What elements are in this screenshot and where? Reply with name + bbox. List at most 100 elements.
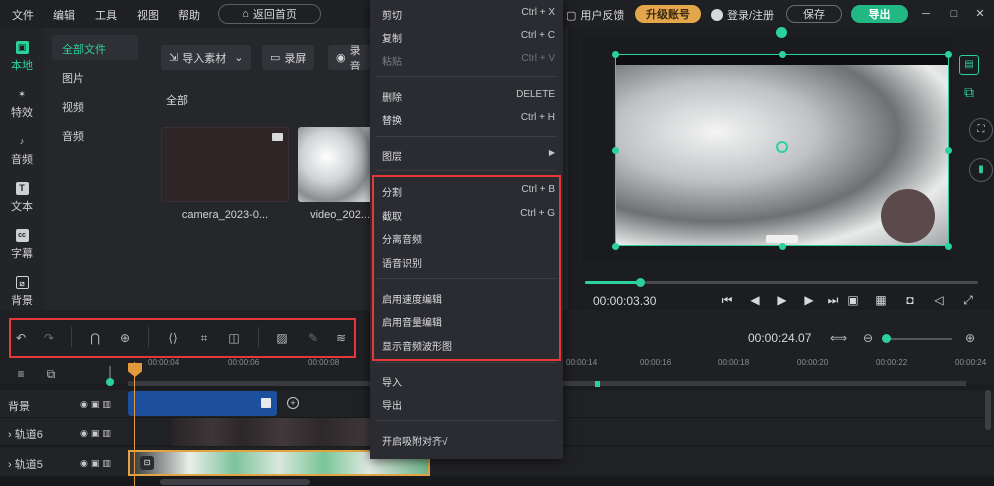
feedback-link[interactable]: ▢ 用户反馈 — [566, 7, 624, 23]
record-screen-button[interactable]: ▭ 录屏 — [262, 45, 315, 70]
skip-end-icon[interactable]: ⏭ — [826, 293, 840, 307]
ctx-cut[interactable]: 剪切 — [382, 7, 402, 22]
lock-icon[interactable]: ▮ — [969, 158, 993, 182]
media-thumb-camera[interactable] — [161, 127, 289, 202]
track-controls[interactable]: ◉▣▥ — [80, 399, 114, 410]
pip-icon[interactable]: ▣ — [846, 293, 860, 307]
ctx-replace[interactable]: 替换 — [382, 112, 402, 127]
ctx-export[interactable]: 导出 — [382, 397, 402, 412]
vertical-scroll-thumb[interactable] — [985, 390, 991, 430]
ctx-snap[interactable]: 开启吸附对齐√ — [382, 433, 448, 448]
zoom-in-icon[interactable]: ⊕ — [962, 330, 978, 346]
chat-icon: ▢ — [566, 9, 577, 22]
rail-item-effects[interactable]: ✶ 特效 — [0, 80, 44, 128]
track-controls[interactable]: ◉▣▥ — [80, 458, 114, 469]
category-video[interactable]: 视频 — [62, 99, 84, 115]
track-controls[interactable]: ◉▣▥ — [80, 428, 114, 439]
resize-handle[interactable] — [945, 147, 952, 154]
crop-icon[interactable]: ⧉ — [959, 82, 979, 102]
menu-edit[interactable]: 编辑 — [53, 7, 75, 23]
export-button[interactable]: 导出 — [851, 5, 908, 23]
watermark-badge — [766, 235, 798, 243]
close-icon[interactable]: ✕ — [974, 8, 986, 20]
resize-handle[interactable] — [612, 51, 619, 58]
upgrade-button[interactable]: 升级账号 — [635, 5, 701, 23]
resize-handle[interactable] — [945, 51, 952, 58]
grid-icon[interactable]: ▦ — [874, 293, 888, 307]
background-clip[interactable] — [128, 391, 277, 416]
snapshot-icon[interactable]: ◘ — [903, 293, 917, 307]
save-button[interactable]: 保存 — [786, 5, 842, 23]
preview-video[interactable] — [615, 54, 949, 246]
zoom-handle[interactable] — [882, 334, 891, 343]
menu-divider — [376, 420, 557, 421]
ctx-layer[interactable]: 图层 — [382, 148, 402, 163]
record-audio-button[interactable]: ◉ 录音 — [328, 45, 370, 70]
resize-handle[interactable] — [612, 147, 619, 154]
zoom-out-icon[interactable]: ⊖ — [860, 330, 876, 346]
user-icon — [711, 9, 723, 21]
next-frame-icon[interactable]: ▶ — [802, 293, 816, 307]
rail-item-local[interactable]: ▣ 本地 — [0, 33, 44, 81]
media-label-video: video_202... — [310, 209, 370, 221]
ctx-copy[interactable]: 复制 — [382, 30, 402, 45]
resize-handle[interactable] — [612, 243, 619, 250]
fullscreen-icon[interactable]: ⤢ — [961, 293, 975, 307]
minimize-icon[interactable]: ─ — [920, 8, 932, 20]
add-track-icon[interactable]: ⧉ — [43, 366, 59, 382]
menu-divider — [376, 76, 557, 77]
import-media-button[interactable]: ⇲ 导入素材 ⌄ — [161, 45, 252, 70]
maximize-icon[interactable]: □ — [948, 8, 960, 20]
camera-overlay[interactable] — [881, 189, 935, 243]
rail-item-audio[interactable]: ♪ 音频 — [0, 127, 44, 175]
feedback-label: 用户反馈 — [580, 10, 625, 22]
category-audio[interactable]: 音频 — [62, 128, 84, 144]
prev-frame-icon[interactable]: ◀ — [748, 293, 762, 307]
fit-timeline-icon[interactable]: ⟺ — [830, 330, 847, 346]
volume-icon[interactable]: ◁ — [932, 293, 946, 307]
ctx-paste[interactable]: 粘贴 — [382, 53, 402, 68]
add-clip-icon[interactable]: + — [287, 397, 299, 409]
track-label: 轨道5 — [14, 459, 43, 471]
track-settings-icon[interactable]: ≡ — [13, 366, 29, 382]
menu-divider — [376, 362, 557, 363]
login-label: 登录/注册 — [727, 10, 775, 22]
scrubber-handle[interactable] — [636, 278, 645, 287]
playhead[interactable] — [134, 362, 135, 486]
category-images[interactable]: 图片 — [62, 70, 84, 86]
camera-clip[interactable] — [172, 418, 372, 446]
menu-file[interactable]: 文件 — [12, 7, 34, 23]
resize-handle[interactable] — [779, 51, 786, 58]
record-audio-label: 录音 — [349, 45, 361, 70]
ctx-delete[interactable]: 删除 — [382, 89, 402, 104]
section-title: 全部 — [166, 95, 188, 107]
menu-view[interactable]: 视图 — [137, 7, 159, 23]
category-all-files[interactable]: 全部文件 — [62, 41, 106, 57]
play-icon[interactable]: ▶ — [775, 293, 789, 307]
skip-start-icon[interactable]: ⏮ — [720, 293, 734, 307]
back-home-label: 返回首页 — [252, 9, 297, 21]
menu-help[interactable]: 帮助 — [178, 7, 200, 23]
back-home-button[interactable]: ⌂ 返回首页 — [218, 4, 321, 24]
tick-label: 00:00:04 — [148, 358, 180, 367]
center-anchor-icon[interactable] — [776, 141, 788, 153]
track-name: 背景 — [8, 401, 30, 413]
resize-handle[interactable] — [945, 243, 952, 250]
fit-screen-icon[interactable]: ⛶ — [969, 118, 993, 142]
rail-item-captions[interactable]: cc 字幕 — [0, 221, 44, 269]
zoom-slider[interactable] — [884, 338, 952, 340]
layout-icon[interactable]: ▤ — [959, 55, 979, 75]
vertical-slider-handle[interactable] — [106, 378, 114, 386]
horizontal-scrollbar[interactable] — [0, 478, 994, 486]
rail-item-text[interactable]: T 文本 — [0, 174, 44, 222]
scroll-thumb[interactable] — [160, 479, 310, 485]
ctx-import[interactable]: 导入 — [382, 374, 402, 389]
rail-item-background[interactable]: ⧄ 背景 — [0, 268, 44, 316]
menu-tools[interactable]: 工具 — [95, 7, 117, 23]
rotate-handle-icon[interactable] — [776, 27, 787, 38]
video-camera-icon — [272, 133, 283, 141]
login-link[interactable]: 登录/注册 — [711, 7, 774, 23]
range-marker[interactable] — [595, 381, 600, 387]
resize-handle[interactable] — [779, 243, 786, 250]
media-thumb-video[interactable] — [298, 127, 370, 202]
